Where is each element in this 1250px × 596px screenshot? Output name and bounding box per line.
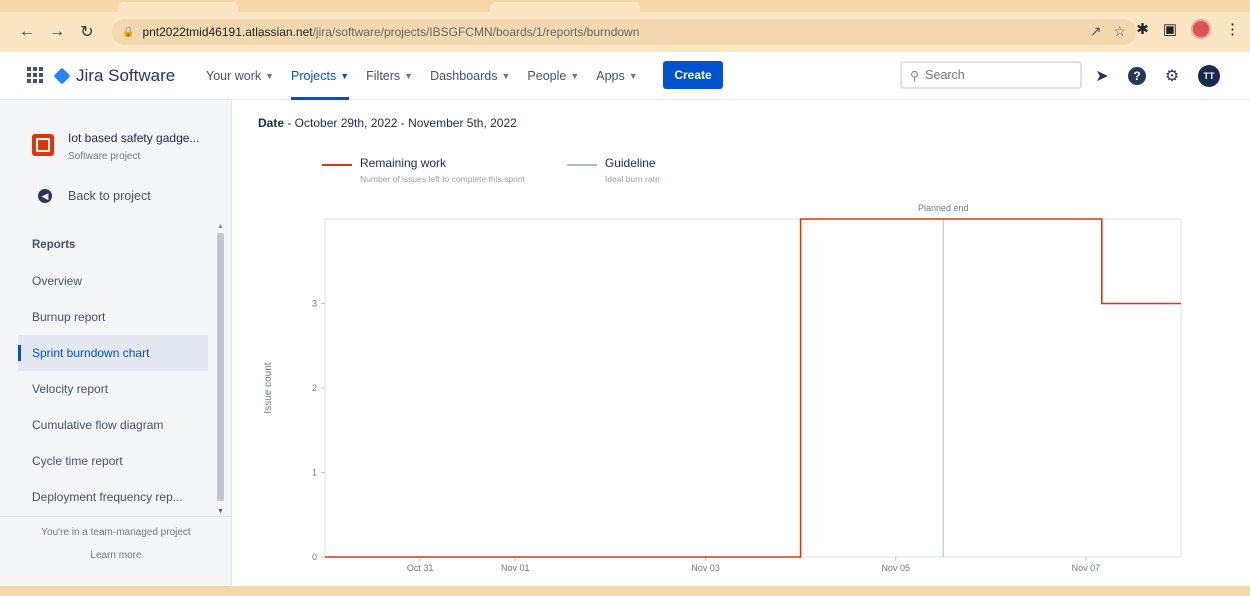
team-managed-note: You're in a team-managed project	[41, 527, 191, 538]
share-icon[interactable]: ↗	[1090, 23, 1102, 40]
create-button[interactable]: Create	[663, 61, 723, 89]
learn-more-link[interactable]: Learn more	[0, 550, 232, 561]
x-tick-label: Nov 05	[881, 563, 910, 573]
chevron-down-icon: ▼	[404, 71, 414, 81]
x-tick-label: Nov 07	[1072, 563, 1101, 573]
sidebar-item-deployment-frequency-report[interactable]: Deployment frequency rep...	[18, 479, 208, 515]
project-name: Iot based safety gadge...	[68, 131, 200, 145]
browser-toolbar: ← → ↻ 🔒 pnt2022tmid46191.atlassian.net/j…	[0, 12, 1250, 52]
back-label: Back to project	[68, 189, 151, 203]
jira-logo-icon	[53, 67, 71, 85]
sidebar-item-cycle-time-report[interactable]: Cycle time report	[18, 443, 208, 479]
nav-people[interactable]: People ▼	[527, 52, 579, 100]
sidebar-footer: You're in a team-managed project Learn m…	[0, 516, 232, 561]
y-tick-label: 2	[312, 383, 317, 393]
series-remaining-work-line	[325, 218, 1181, 558]
side-panel-icon[interactable]: ▣	[1163, 20, 1177, 38]
menu-dots-icon[interactable]: ⋮	[1225, 20, 1240, 38]
bottom-edge	[0, 586, 1250, 596]
profile-avatar[interactable]	[1191, 19, 1211, 39]
y-axis-label: Issue count	[263, 362, 274, 413]
search-icon: ⚲	[910, 68, 920, 83]
burndown-chart: 0 1 2 3 Issue count Oct 31 Nov 01 Nov 03 Nov 05 N…	[263, 203, 1182, 573]
logo-text: Jira Software	[76, 66, 176, 85]
lock-icon: 🔒	[122, 26, 135, 38]
sidebar-scrollbar[interactable]: ▲ ▼	[214, 223, 227, 515]
settings-gear-icon[interactable]: ⚙	[1162, 66, 1182, 86]
reports-menu: Overview Burnup report Sprint burndown c…	[18, 263, 208, 515]
scroll-thumb[interactable]	[217, 233, 224, 501]
arrow-left-icon: ◀	[38, 189, 52, 203]
x-tick-label: Oct 31	[407, 563, 434, 573]
nav-dashboards[interactable]: Dashboards ▼	[430, 52, 510, 100]
star-icon[interactable]: ☆	[1113, 23, 1126, 40]
plot-area	[324, 218, 1182, 558]
browser-tab[interactable]	[490, 2, 640, 12]
main-content: Date - October 29th, 2022 - November 5th…	[233, 101, 1250, 585]
app-switcher-icon[interactable]	[27, 67, 43, 83]
x-tick-label: Nov 03	[691, 563, 720, 573]
project-header[interactable]: Iot based safety gadge... Software proje…	[32, 131, 199, 162]
planned-end-label: Planned end	[918, 203, 969, 213]
nav-projects[interactable]: Projects ▼	[291, 52, 350, 100]
url-path: /jira/software/projects/IBSGFCMN/boards/…	[312, 25, 640, 39]
url-host: pnt2022tmid46191.atlassian.net	[142, 25, 313, 39]
extensions-icon[interactable]: ✱	[1136, 20, 1149, 38]
nav-your-work[interactable]: Your work ▼	[206, 52, 274, 100]
reports-heading: Reports	[32, 239, 76, 251]
sidebar-item-burnup-report[interactable]: Burnup report	[18, 299, 208, 335]
reload-icon[interactable]: ↻	[74, 19, 100, 45]
top-navigation: Jira Software Your work ▼ Projects ▼ Filte…	[0, 52, 1250, 100]
search-box: ⚲	[900, 61, 1082, 89]
chevron-down-icon: ▼	[265, 71, 275, 81]
project-type: Software project	[68, 151, 141, 162]
search-input[interactable]	[925, 68, 1066, 82]
chevron-down-icon: ▼	[340, 71, 350, 81]
scroll-up-icon[interactable]: ▲	[217, 223, 224, 230]
sidebar-item-overview[interactable]: Overview	[18, 263, 208, 299]
project-icon	[32, 134, 54, 156]
user-avatar[interactable]: TT	[1198, 65, 1220, 87]
address-bar[interactable]: 🔒 pnt2022tmid46191.atlassian.net/jira/so…	[112, 19, 1136, 45]
back-to-project-link[interactable]: ◀ Back to project	[38, 189, 151, 203]
nav-apps[interactable]: Apps ▼	[596, 52, 637, 100]
sidebar-item-cumulative-flow-diagram[interactable]: Cumulative flow diagram	[18, 407, 208, 443]
scroll-down-icon[interactable]: ▼	[217, 508, 224, 515]
sidebar: Iot based safety gadge... Software proje…	[0, 101, 232, 585]
jira-logo[interactable]: Jira Software	[53, 66, 176, 86]
notifications-icon[interactable]: ➤	[1092, 66, 1112, 86]
chevron-down-icon: ▼	[501, 71, 511, 81]
sidebar-item-sprint-burndown-chart[interactable]: Sprint burndown chart	[18, 335, 208, 371]
y-tick-label: 0	[312, 552, 317, 562]
nav-filters[interactable]: Filters ▼	[366, 52, 413, 100]
y-tick-label: 3	[312, 299, 317, 309]
help-icon[interactable]: ?	[1128, 67, 1146, 85]
sidebar-item-velocity-report[interactable]: Velocity report	[18, 371, 208, 407]
forward-arrow-icon[interactable]: →	[44, 19, 70, 45]
chevron-down-icon: ▼	[628, 71, 638, 81]
browser-tab-strip	[0, 0, 1250, 12]
x-tick-label: Nov 01	[501, 563, 530, 573]
browser-tab[interactable]	[118, 2, 238, 12]
nav-menu: Your work ▼ Projects ▼ Filters ▼ Dashboards…	[206, 52, 655, 100]
back-arrow-icon[interactable]: ←	[14, 19, 40, 45]
y-tick-label: 1	[312, 468, 317, 478]
chevron-down-icon: ▼	[570, 71, 580, 81]
